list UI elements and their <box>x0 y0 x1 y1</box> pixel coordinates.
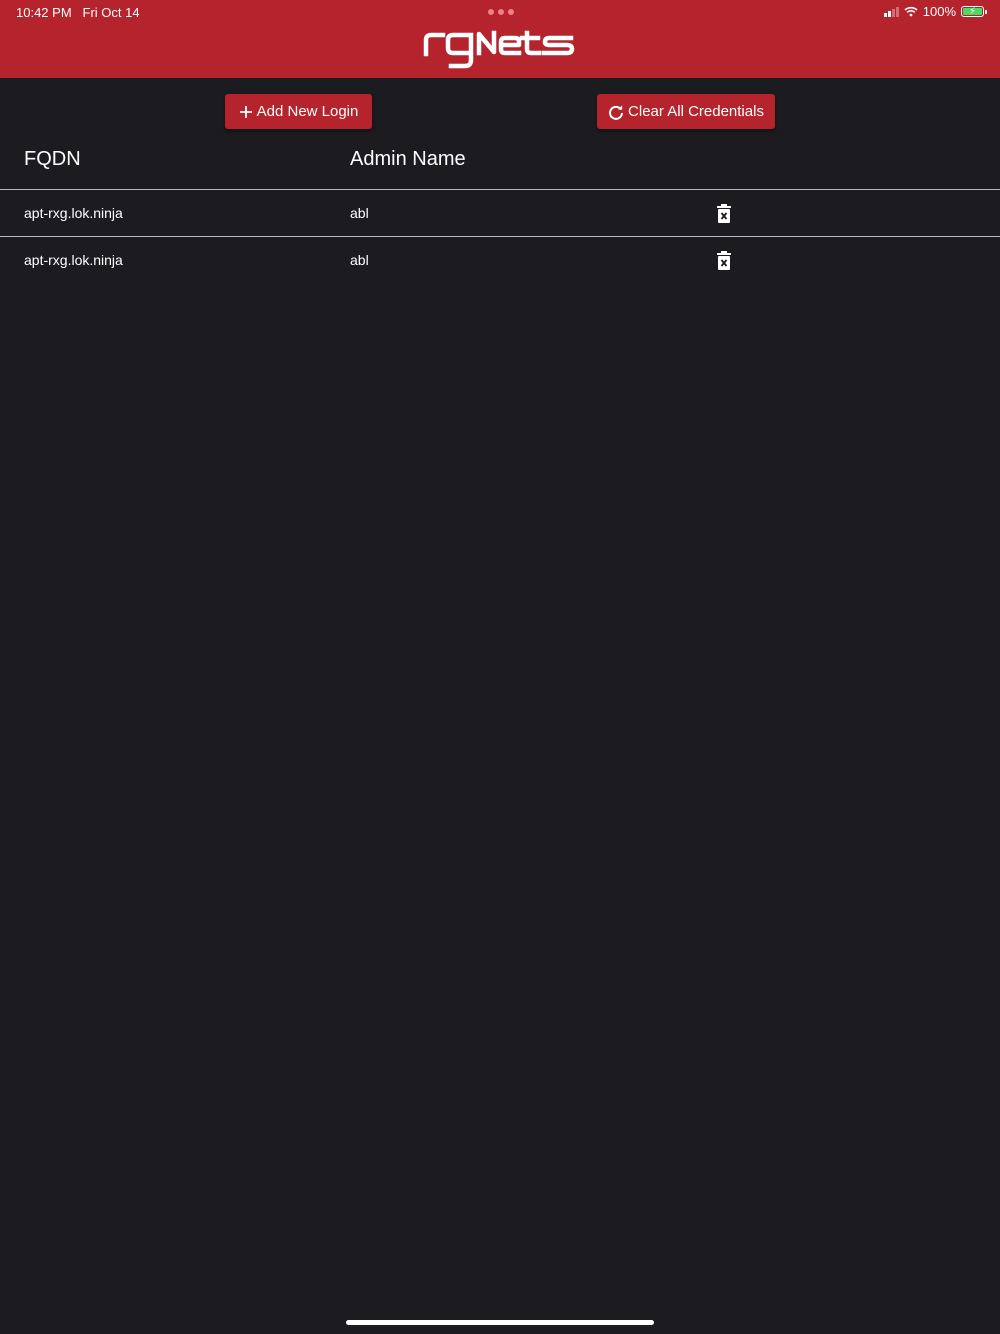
multitasking-dots-icon[interactable] <box>488 9 514 15</box>
status-indicators: 100% ⚡ <box>883 4 987 19</box>
trash-icon[interactable] <box>716 204 732 224</box>
battery-charging-icon: ⚡ <box>961 6 987 17</box>
clear-all-credentials-label: Clear All Credentials <box>628 103 764 120</box>
fqdn-cell: apt-rxg.lok.ninja <box>24 252 123 268</box>
trash-icon[interactable] <box>716 251 732 271</box>
home-indicator[interactable] <box>346 1320 654 1325</box>
app-header: 10:42 PM Fri Oct 14 100% ⚡ <box>0 0 1000 78</box>
status-time-text: 10:42 PM <box>16 5 72 20</box>
status-date-text: Fri Oct 14 <box>82 5 140 20</box>
column-header-admin-name: Admin Name <box>350 148 466 170</box>
battery-percent: 100% <box>922 4 956 19</box>
plus-icon <box>239 105 252 118</box>
status-time: 10:42 PM Fri Oct 14 <box>16 5 140 20</box>
refresh-icon <box>609 104 624 120</box>
fqdn-cell: apt-rxg.lok.ninja <box>24 205 123 221</box>
add-new-login-label: Add New Login <box>256 103 359 120</box>
rgnets-logo: rgNets <box>0 28 1000 75</box>
column-header-fqdn: FQDN <box>24 148 81 170</box>
wifi-icon <box>904 6 918 17</box>
admin-name-cell: abl <box>350 252 369 268</box>
signal-icon <box>883 6 899 17</box>
admin-name-cell: abl <box>350 205 369 221</box>
clear-all-credentials-button[interactable]: Clear All Credentials <box>597 94 775 129</box>
add-new-login-button[interactable]: Add New Login <box>225 94 372 129</box>
table-divider <box>0 189 1000 190</box>
table-divider <box>0 236 1000 237</box>
